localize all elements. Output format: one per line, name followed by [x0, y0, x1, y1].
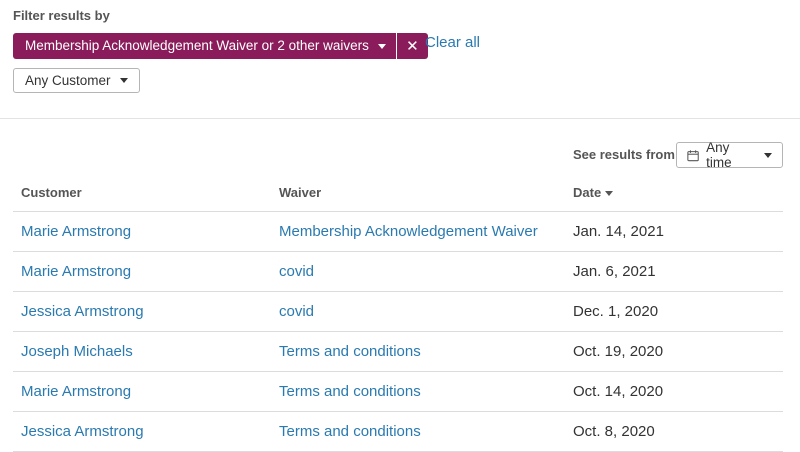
- results-table: Customer Waiver Date Marie Armstrong Mem…: [13, 173, 783, 452]
- waiver-link[interactable]: Membership Acknowledgement Waiver: [271, 211, 565, 252]
- filter-heading: Filter results by: [13, 8, 110, 23]
- waiver-filter-chip: Membership Acknowledgement Waiver or 2 o…: [13, 33, 428, 59]
- customer-link[interactable]: Joseph Michaels: [13, 331, 271, 372]
- sort-desc-icon: [605, 190, 614, 196]
- customer-link[interactable]: Marie Armstrong: [13, 371, 271, 412]
- customer-link[interactable]: Marie Armstrong: [13, 211, 271, 252]
- date-cell: Oct. 14, 2020: [565, 371, 783, 412]
- date-cell: Oct. 19, 2020: [565, 331, 783, 372]
- customer-link[interactable]: Marie Armstrong: [13, 251, 271, 292]
- table-row: Joseph Michaels Terms and conditions Oct…: [13, 331, 783, 372]
- table-row: Jessica Armstrong covid Dec. 1, 2020: [13, 291, 783, 332]
- waiver-link[interactable]: Terms and conditions: [271, 331, 565, 372]
- time-range-dropdown[interactable]: Any time: [676, 140, 783, 170]
- table-header-row: Customer Waiver Date: [13, 173, 783, 212]
- caret-down-icon: [119, 78, 128, 83]
- table-row: Marie Armstrong Terms and conditions Oct…: [13, 371, 783, 412]
- column-header-customer[interactable]: Customer: [13, 173, 271, 212]
- column-header-date[interactable]: Date: [565, 173, 783, 212]
- calendar-icon: [687, 149, 699, 161]
- column-header-waiver-label: Waiver: [279, 184, 322, 200]
- column-header-date-label: Date: [573, 184, 602, 200]
- customer-link[interactable]: Jessica Armstrong: [13, 411, 271, 452]
- caret-down-icon: [377, 43, 386, 49]
- remove-waiver-filter-button[interactable]: ✕: [396, 33, 428, 59]
- waiver-link[interactable]: covid: [271, 291, 565, 332]
- waiver-filter-label: Membership Acknowledgement Waiver or 2 o…: [25, 38, 369, 53]
- time-range-value: Any time: [706, 140, 732, 170]
- close-icon: ✕: [406, 38, 419, 55]
- customer-filter-label: Any Customer: [25, 73, 111, 88]
- date-cell: Oct. 8, 2020: [565, 411, 783, 452]
- waiver-link[interactable]: Terms and conditions: [271, 411, 565, 452]
- waiver-filter-dropdown[interactable]: Membership Acknowledgement Waiver or 2 o…: [13, 33, 396, 59]
- table-row: Marie Armstrong covid Jan. 6, 2021: [13, 251, 783, 292]
- date-cell: Dec. 1, 2020: [565, 291, 783, 332]
- column-header-customer-label: Customer: [21, 184, 82, 200]
- waiver-link[interactable]: covid: [271, 251, 565, 292]
- waiver-link[interactable]: Terms and conditions: [271, 371, 565, 412]
- customer-filter-dropdown[interactable]: Any Customer: [13, 68, 140, 93]
- table-row: Jessica Armstrong Terms and conditions O…: [13, 411, 783, 452]
- date-cell: Jan. 6, 2021: [565, 251, 783, 292]
- customer-link[interactable]: Jessica Armstrong: [13, 291, 271, 332]
- section-divider: [0, 118, 800, 119]
- see-results-label: See results from: [573, 147, 675, 162]
- date-cell: Jan. 14, 2021: [565, 211, 783, 252]
- clear-all-link[interactable]: Clear all: [425, 34, 480, 51]
- column-header-waiver[interactable]: Waiver: [271, 173, 565, 212]
- caret-down-icon: [764, 152, 772, 158]
- table-row: Marie Armstrong Membership Acknowledgeme…: [13, 211, 783, 252]
